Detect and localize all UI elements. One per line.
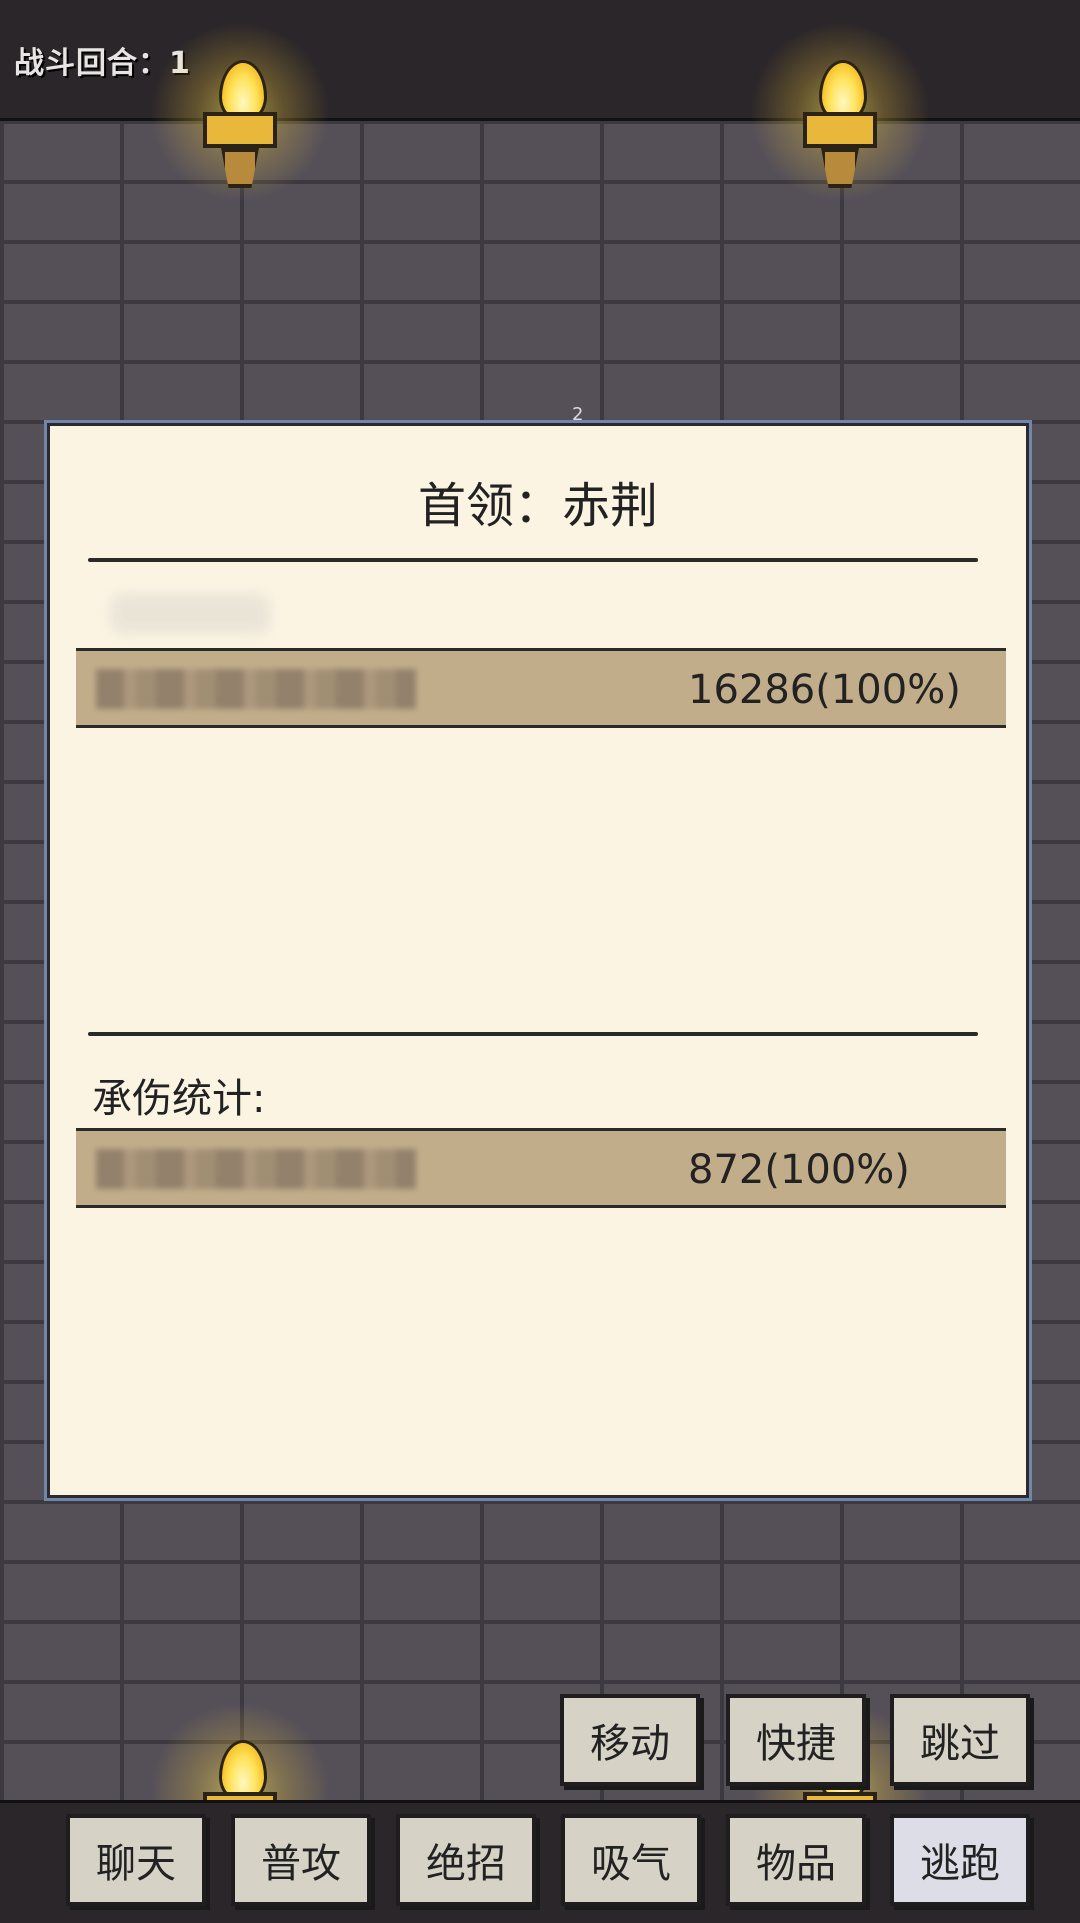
tank-stat-row: 872(100%) (76, 1128, 1006, 1208)
redacted-label (110, 594, 270, 634)
page-indicator: 2 (572, 404, 584, 425)
skip-button[interactable]: 跳过 (890, 1694, 1030, 1786)
normal-attack-button[interactable]: 普攻 (231, 1814, 371, 1906)
boss-title: 首领：赤荆 (417, 478, 658, 534)
move-button[interactable]: 移动 (560, 1694, 700, 1786)
shortcut-button[interactable]: 快捷 (726, 1694, 866, 1786)
torch-icon (750, 22, 930, 202)
divider (88, 1032, 978, 1036)
boss-stats-panel: 首领：赤荆 16286(100%) 承伤统计: 872(100%) (47, 423, 1029, 1498)
items-button[interactable]: 物品 (726, 1814, 866, 1906)
breathe-button[interactable]: 吸气 (561, 1814, 701, 1906)
tank-stats-label: 承伤统计: (92, 1076, 266, 1122)
chat-button[interactable]: 聊天 (66, 1814, 206, 1906)
redacted-player-name (96, 669, 416, 709)
torch-icon (150, 22, 330, 202)
damage-stat-row: 16286(100%) (76, 648, 1006, 728)
flee-button[interactable]: 逃跑 (890, 1814, 1030, 1906)
tank-value: 872(100%) (688, 1147, 910, 1193)
divider (88, 558, 978, 562)
damage-value: 16286(100%) (688, 667, 961, 713)
ultimate-button[interactable]: 绝招 (396, 1814, 536, 1906)
redacted-player-name (96, 1149, 416, 1189)
